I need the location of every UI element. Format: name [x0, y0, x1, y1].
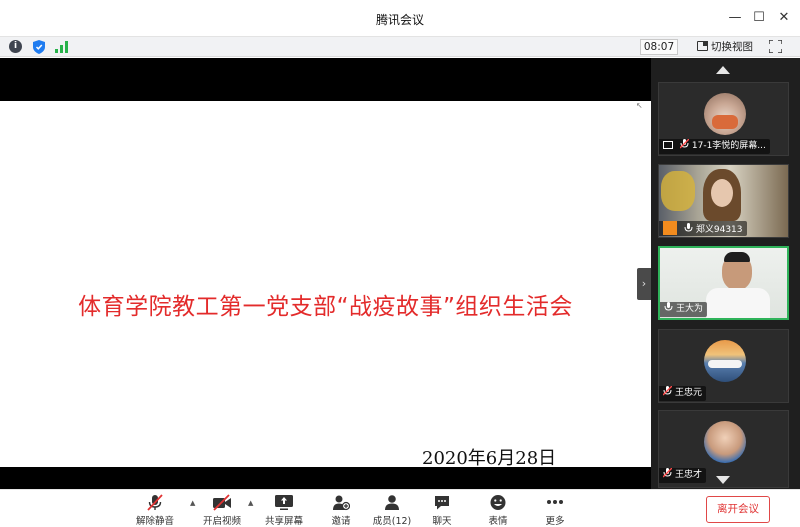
participant-name-bar: 王大为	[660, 302, 708, 317]
info-icon[interactable]: i	[9, 40, 22, 53]
more-icon	[547, 500, 563, 504]
scroll-up-icon[interactable]	[716, 66, 730, 74]
avatar	[704, 340, 746, 382]
members-icon	[385, 495, 399, 510]
meeting-toolbar: 解除静音 ▲ 开启视频 ▲ 共享屏幕 邀请 成员(12) 聊天 表情 更多 离开…	[0, 489, 800, 527]
cursor-icon: ↖	[636, 101, 643, 110]
mic-muted-icon	[147, 494, 163, 511]
minimize-button[interactable]: —	[726, 8, 744, 28]
participant-tile[interactable]: 郑义94313	[658, 164, 789, 238]
reactions-label: 表情	[488, 516, 508, 527]
window-title: 腾讯会议	[375, 13, 424, 27]
participant-name-bar: 王忠元	[659, 386, 707, 401]
meeting-timer: 08:07	[640, 39, 678, 55]
background-art	[661, 171, 695, 211]
screen-share-icon	[663, 141, 673, 149]
more-button[interactable]: 更多	[542, 494, 568, 527]
slide-title: 体育学院教工第一党支部“战疫故事”组织生活会	[78, 294, 573, 320]
unmute-button[interactable]: 解除静音	[134, 494, 176, 527]
shared-screen-area: 体育学院教工第一党支部“战疫故事”组织生活会 2020年6月28日 ✎ ∿ ◆ …	[0, 58, 651, 504]
person-icon	[663, 221, 677, 235]
leave-meeting-button[interactable]: 离开会议	[706, 496, 770, 523]
video-off-icon	[213, 494, 231, 511]
participant-name: 17-1李悦的屏幕...	[691, 141, 766, 151]
participant-name: 王大为	[676, 304, 704, 314]
meeting-info-bar: i 08:07 切换视图	[0, 36, 800, 57]
share-screen-icon	[275, 495, 293, 510]
close-button[interactable]: ✕	[775, 8, 793, 28]
reactions-button[interactable]: 表情	[485, 494, 511, 527]
avatar	[704, 421, 746, 463]
invite-button[interactable]: 邀请	[328, 494, 354, 527]
video-person	[722, 252, 752, 290]
video-shirt	[706, 288, 770, 318]
mic-icon	[684, 223, 693, 232]
mic-muted-icon	[663, 386, 672, 396]
share-screen-label: 共享屏幕	[264, 516, 303, 527]
mic-muted-icon	[663, 468, 672, 478]
audio-options-caret-icon[interactable]: ▲	[190, 499, 195, 507]
shield-icon[interactable]	[33, 40, 45, 54]
start-video-label: 开启视频	[202, 516, 241, 527]
invite-icon	[333, 495, 350, 511]
chat-button[interactable]: 聊天	[429, 494, 455, 527]
participant-name-bar: 郑义94313	[659, 221, 747, 236]
mic-icon	[664, 302, 673, 311]
emoji-icon	[490, 495, 506, 510]
switch-view-icon	[697, 41, 708, 51]
avatar	[704, 93, 746, 135]
switch-view-label: 切换视图	[711, 41, 753, 53]
participant-tile[interactable]: 王忠元	[658, 329, 789, 403]
video-person	[703, 169, 741, 221]
signal-icon[interactable]	[55, 41, 69, 53]
participant-tile[interactable]: 17-1李悦的屏幕...	[658, 82, 789, 156]
participant-name-bar: 17-1李悦的屏幕...	[659, 139, 770, 154]
share-screen-button[interactable]: 共享屏幕	[262, 494, 306, 527]
slide-date: 2020年6月28日	[422, 448, 557, 469]
participant-tile-active[interactable]: 王大为	[658, 246, 789, 320]
participant-name-bar: 王忠才	[659, 468, 707, 483]
switch-view-button[interactable]: 切换视图	[697, 39, 753, 55]
maximize-button[interactable]: ☐	[750, 8, 768, 28]
presentation-slide: 体育学院教工第一党支部“战疫故事”组织生活会 2020年6月28日 ✎ ∿ ◆ …	[0, 101, 651, 504]
chat-icon	[435, 496, 449, 510]
collapse-sidebar-button[interactable]: ›	[637, 268, 651, 300]
members-label: 成员(12)	[372, 516, 412, 527]
chat-label: 聊天	[432, 516, 452, 527]
participant-name: 郑义94313	[695, 225, 743, 235]
fullscreen-icon[interactable]	[769, 40, 782, 53]
participant-name: 王忠元	[675, 388, 703, 398]
title-bar: 腾讯会议 — ☐ ✕	[0, 0, 800, 36]
video-options-caret-icon[interactable]: ▲	[248, 499, 253, 507]
participant-name: 王忠才	[675, 470, 703, 480]
members-button[interactable]: 成员(12)	[371, 494, 413, 527]
unmute-label: 解除静音	[135, 516, 174, 527]
invite-label: 邀请	[331, 516, 351, 527]
start-video-button[interactable]: 开启视频	[201, 494, 243, 527]
scroll-down-icon[interactable]	[716, 476, 730, 484]
more-label: 更多	[545, 516, 565, 527]
mic-muted-icon	[679, 139, 689, 149]
